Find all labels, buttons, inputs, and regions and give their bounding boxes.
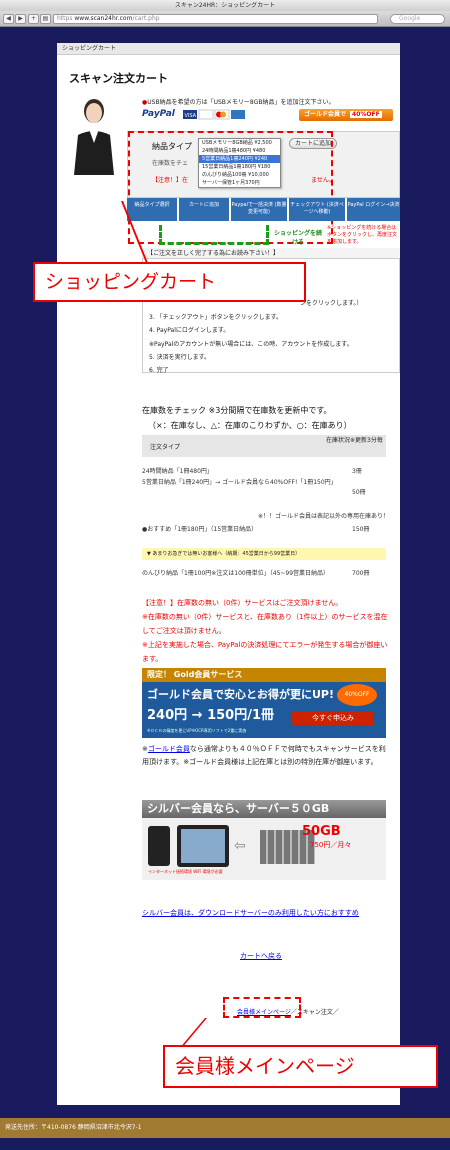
credit-cards-icon: VISA <box>183 109 245 120</box>
callout-shopping-cart: ショッピングカート <box>33 262 306 302</box>
row-type: のんびり納品「1冊100円※注文は100冊単位」（45~99営業日納品） <box>142 570 330 577</box>
table-row: のんびり納品「1冊100円※注文は100冊単位」（45~99営業日納品） 700冊 <box>142 568 386 577</box>
row-type: 5営業日納品「1冊240円」→ ゴールド会員なら40%OFF!「1冊150円」 <box>142 479 337 486</box>
breadcrumb: ショッピングカート <box>57 43 400 55</box>
stock-table-header: 注文タイプ 在庫状況※更新3分毎 <box>142 435 386 457</box>
stock-heading: 在庫数をチェック ※3分間隔で在庫数を更新中です。 <box>142 406 332 415</box>
instruction-item: 4. PayPalにログインします。 <box>149 327 230 334</box>
table-row: ※！！ゴールド会員は表記以外の専用在庫あり！ <box>258 513 390 520</box>
tablet-icon <box>177 825 229 867</box>
forward-icon[interactable]: ▶ <box>15 14 26 24</box>
warning-line: 【注意！】在庫数の無い（0件）サービスはご注文頂けません。 <box>142 599 343 607</box>
back-to-cart-link[interactable]: カートへ戻る <box>240 951 282 961</box>
url-host: www.scan24hr.com <box>74 15 133 22</box>
row-qty: 700冊 <box>352 570 370 577</box>
off-badge: 40%OFF <box>350 111 382 118</box>
col-qty: 在庫状況※更新3分毎 <box>326 437 383 444</box>
gold-banner-main: ゴールド会員で安心とお得が更にUP! 240円 → 150円/1冊 40%OFF… <box>142 682 386 738</box>
url-path: /cart.php <box>132 15 160 22</box>
table-row: 5営業日納品「1冊240円」→ ゴールド会員なら40%OFF!「1冊150円」 <box>142 477 342 488</box>
gold-member-label: ゴールド会員で <box>304 111 347 118</box>
continue-note: ※ショッピングを続ける場合はボタンをクリックし、再度注文を追加します。 <box>327 225 398 245</box>
gold-banner-price: 240円 → 150円/1冊 <box>147 708 275 723</box>
usb-note: ●USB納品を希望の方は「USBメモリー8GB納品」を追加注文下さい。 <box>142 97 334 106</box>
instruction-item: 3. 「チェックアウト」ボタンをクリックします。 <box>149 314 283 321</box>
gold-banner-note: ※ＯＣＲの精度を更にUP※OCR専用ソフトで2重に実施 <box>147 728 247 733</box>
highlight-box <box>223 997 301 1018</box>
instruction-item: 6. 完了 <box>149 367 169 374</box>
gold-member-link[interactable]: ゴールド会員 <box>148 745 190 753</box>
apply-now-button[interactable]: 今すぐ申込み <box>292 711 374 725</box>
url-bar[interactable]: https www.scan24hr.com/cart.php <box>53 14 378 24</box>
step-4: チェックアウト (決済ページへ移動) <box>289 198 345 221</box>
arrow-left-icon: ⇦ <box>234 838 246 854</box>
warning-line: ※上記を実施した場合、PayPalの決済処理にてエラーが発生する場合が御座います… <box>142 641 388 663</box>
silver-banner-capacity: 50GB <box>302 824 341 839</box>
card-brand: VISA <box>185 113 197 119</box>
stock-legend: （×：在庫なし、△：在庫のこりわずか、○：在庫あり） <box>148 421 352 430</box>
silver-member-banner[interactable]: シルバー会員なら、サーバー５０GB ⇦ 50GB 750円／月々 インターネット… <box>142 800 386 880</box>
step-2: カートに追加 <box>179 198 229 221</box>
checkout-steps: 納品タイプ選択 カートに追加 Paypalで一括決済 (数量変更可能) チェック… <box>127 198 400 221</box>
warning-line: ※在庫数の無い（0件）サービスと、在庫数あり（1件以上）のサービスを混在してご注… <box>142 613 388 635</box>
usb-note-text: USB納品を希望の方は「USBメモリー8GB納品」を追加注文下さい。 <box>147 99 335 106</box>
add-icon[interactable]: + <box>28 14 39 24</box>
url-scheme: https <box>57 15 73 22</box>
gold-banner-headline: ゴールド会員で安心とお得が更にUP! <box>147 688 335 701</box>
gold-banner-top: 限定！ Gold会員サービス <box>142 668 386 682</box>
row-type: ●おすすめ「1冊180円」（15営業日納品） <box>142 526 258 533</box>
table-row: ●おすすめ「1冊180円」（15営業日納品） 150冊 <box>142 524 386 533</box>
search-input[interactable]: Google <box>390 14 445 24</box>
gold-member-text: ※ゴールド会員なら通常よりも４０％ＯＦＦで何時でもスキャンサービスを利用頂けます… <box>142 743 390 769</box>
row-qty: 3冊 <box>352 468 362 475</box>
row-type: 24時間納品「1冊480円」 <box>142 468 213 475</box>
row-qty: 50冊 <box>352 489 366 496</box>
window-title: スキャン24HR：ショッピングカート <box>0 0 450 11</box>
browser-toolbar: ◀ ▶ + ▤ https www.scan24hr.com/cart.php … <box>0 11 450 27</box>
callout-member-main-page: 会員様メインページ <box>163 1045 438 1088</box>
phone-icon <box>148 826 170 866</box>
instruction-item: ※PayPalのアカウントが無い場合には、この時、アカウントを作成します。 <box>149 341 353 348</box>
footer-address: 発送先住所：〒410-0876 静岡県沼津市北今沢7-1 <box>0 1118 450 1138</box>
silver-banner-note: インターネット接続環境 WiFi 環境が必要 <box>148 869 223 874</box>
continue-arrow <box>159 225 269 245</box>
col-type: 注文タイプ <box>150 444 181 451</box>
gold-member-button[interactable]: ゴールド会員で 40%OFF <box>299 109 393 121</box>
continue-shopping-label[interactable]: ショッピングを続ける <box>273 228 323 246</box>
bookmark-icon[interactable]: ▤ <box>40 14 51 24</box>
silver-member-link[interactable]: シルバー会員は、ダウンロードサーバーのみ利用したい方におすすめ <box>142 908 359 918</box>
table-row: 24時間納品「1冊480円」 3冊 <box>142 466 386 475</box>
gold-banner-badge: 40%OFF <box>337 684 377 706</box>
silver-banner-price: 750円／月々 <box>310 841 352 849</box>
gold-member-banner[interactable]: 限定！ Gold会員サービス ゴールド会員で安心とお得が更にUP! 240円 →… <box>142 668 386 738</box>
back-icon[interactable]: ◀ <box>3 14 14 24</box>
step-3: Paypalで一括決済 (数量変更可能) <box>231 198 287 221</box>
avatar <box>74 99 114 175</box>
step-5: PayPal ログイン→決済 <box>347 198 400 221</box>
paypal-logo: PayPal <box>142 109 175 119</box>
silver-banner-top: シルバー会員なら、サーバー５０GB <box>142 800 386 818</box>
slow-delivery-header: ▼ あまりお急ぎでは無いお客様へ（納期：45営業日から99営業日） <box>142 548 386 560</box>
row-qty: 150冊 <box>352 526 370 533</box>
instruction-item: 5. 決済を実行します。 <box>149 354 211 361</box>
page-title: スキャン注文カート <box>69 72 168 85</box>
instruction-item: ンをクリックします。） <box>300 300 363 307</box>
instructions-header: 【ご注文を正しく完了する為にお読み下さい！】 <box>142 248 400 259</box>
